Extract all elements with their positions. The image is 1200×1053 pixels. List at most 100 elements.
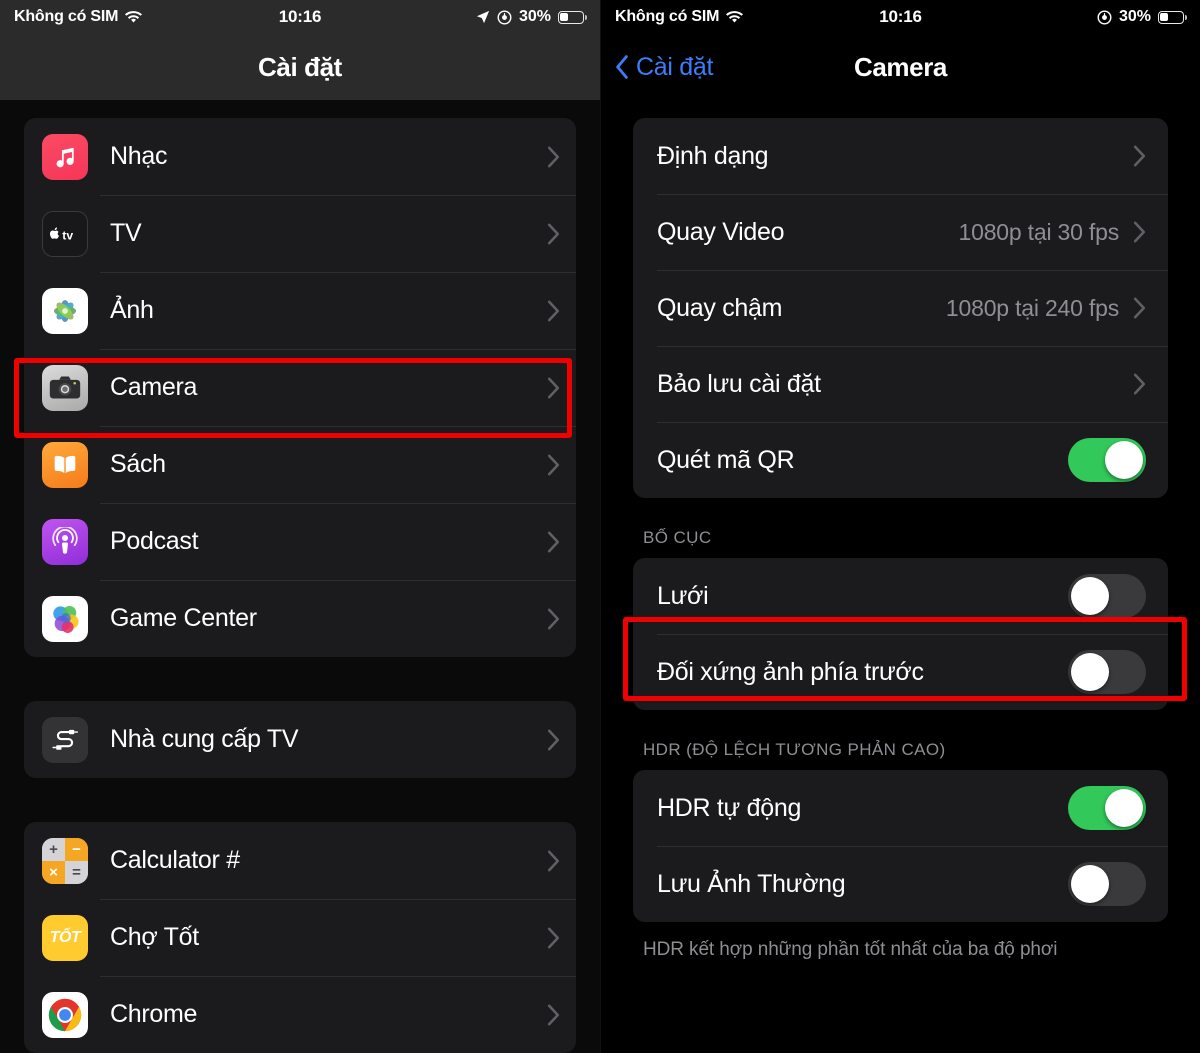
sidebar-item-label: Chợ Tốt <box>110 923 199 951</box>
nav-bar: Cài đặt Camera <box>601 34 1200 100</box>
dual-screenshot: Không có SIM 10:16 30% Cài đặt Nhạc tv T… <box>0 0 1200 1053</box>
alarm-clock-icon <box>497 10 512 25</box>
chevron-right-icon <box>547 454 560 475</box>
cho-tot-icon-label: TỐT <box>49 928 81 946</box>
toggle-knob <box>1105 789 1143 827</box>
chevron-right-icon <box>547 377 560 398</box>
cho-tot-app-icon: TỐT <box>42 914 88 961</box>
sidebar-item-nhac[interactable]: Nhạc <box>24 118 576 195</box>
sidebar-item-label: Nhạc <box>110 142 168 170</box>
setting-row-quay-video[interactable]: Quay Video 1080p tại 30 fps <box>633 194 1168 270</box>
setting-label: Quay Video <box>657 217 785 246</box>
chevron-left-icon <box>616 55 628 79</box>
sidebar-item-sach[interactable]: Sách <box>24 426 576 503</box>
toggle-knob <box>1071 653 1109 691</box>
toggle-doi-xung-anh-phia-truoc[interactable] <box>1068 650 1146 694</box>
sidebar-item-label: TV <box>110 219 142 247</box>
location-arrow-icon <box>476 10 490 24</box>
toggle-knob <box>1071 577 1109 615</box>
books-app-icon <box>42 441 88 488</box>
setting-row-luu-anh-thuong[interactable]: Lưu Ảnh Thường <box>633 846 1168 922</box>
chevron-right-icon <box>547 850 560 871</box>
setting-label: Bảo lưu cài đặt <box>657 369 821 398</box>
music-app-icon <box>42 133 88 180</box>
section-header-bo-cuc: BỐ CỤC <box>643 528 712 547</box>
sidebar-item-tv[interactable]: tv TV <box>24 195 576 272</box>
calc-equals-quadrant: = <box>65 860 88 884</box>
camera-group-capture: Định dạng Quay Video 1080p tại 30 fps Qu… <box>633 118 1168 498</box>
settings-list: Nhạc tv TV Ảnh Camera Sách Podcast Game … <box>0 100 600 1053</box>
sidebar-item-camera[interactable]: Camera <box>24 349 576 426</box>
setting-row-doi-xung-anh-phia-truoc[interactable]: Đối xứng ảnh phía trước <box>633 634 1168 710</box>
sidebar-item-chrome[interactable]: Chrome <box>24 976 576 1053</box>
setting-row-hdr-tu-dong[interactable]: HDR tự động <box>633 770 1168 846</box>
setting-label: Quay chậm <box>657 293 783 322</box>
podcasts-app-icon <box>42 518 88 565</box>
setting-label: Lưới <box>657 581 709 610</box>
chevron-right-icon <box>547 729 560 750</box>
setting-row-luoi[interactable]: Lưới <box>633 558 1168 634</box>
left-phone-settings-screen: Không có SIM 10:16 30% Cài đặt Nhạc tv T… <box>0 0 600 1053</box>
game-center-app-icon <box>42 595 88 642</box>
svg-text:tv: tv <box>62 228 73 242</box>
toggle-knob <box>1105 441 1143 479</box>
page-title: Cài đặt <box>258 51 342 82</box>
sidebar-item-anh[interactable]: Ảnh <box>24 272 576 349</box>
setting-row-quet-ma-qr[interactable]: Quét mã QR <box>633 422 1168 498</box>
back-button[interactable]: Cài đặt <box>615 53 713 82</box>
battery-percent-label: 30% <box>518 8 551 25</box>
sidebar-item-label: Podcast <box>110 527 199 555</box>
toggle-hdr-tu-dong[interactable] <box>1068 786 1146 830</box>
battery-icon <box>558 10 587 24</box>
chevron-right-icon <box>547 531 560 552</box>
carrier-label: Không có SIM <box>14 8 119 25</box>
section-header-hdr: HDR (ĐỘ LỆCH TƯƠNG PHẢN CAO) <box>643 740 946 759</box>
calc-plus-quadrant: + <box>42 837 65 861</box>
calculator-app-icon: + − × = <box>42 837 88 884</box>
back-button-label: Cài đặt <box>636 52 714 81</box>
tv-app-icon: tv <box>42 210 88 257</box>
battery-icon <box>1158 10 1187 24</box>
setting-label: Lưu Ảnh Thường <box>657 869 846 898</box>
camera-group-hdr: HDR tự động Lưu Ảnh Thường <box>633 770 1168 922</box>
chevron-right-icon <box>547 223 560 244</box>
chevron-right-icon <box>547 927 560 948</box>
sidebar-item-cho-tot[interactable]: TỐT Chợ Tốt <box>24 899 576 976</box>
chevron-right-icon <box>547 146 560 167</box>
setting-row-dinh-dang[interactable]: Định dạng <box>633 118 1168 194</box>
toggle-luoi[interactable] <box>1068 574 1146 618</box>
setting-label: Quét mã QR <box>657 445 795 474</box>
toggle-luu-anh-thuong[interactable] <box>1068 862 1146 906</box>
sidebar-item-calculator[interactable]: + − × = Calculator # <box>24 822 576 899</box>
setting-row-quay-cham[interactable]: Quay chậm 1080p tại 240 fps <box>633 270 1168 346</box>
wifi-icon <box>726 10 744 24</box>
chevron-right-icon <box>1133 297 1146 319</box>
sidebar-item-podcast[interactable]: Podcast <box>24 503 576 580</box>
status-bar: Không có SIM 10:16 30% <box>601 0 1200 34</box>
setting-label: Đối xứng ảnh phía trước <box>657 657 924 686</box>
photos-app-icon <box>42 287 88 334</box>
sidebar-item-game-center[interactable]: Game Center <box>24 580 576 657</box>
carrier-label: Không có SIM <box>615 8 720 25</box>
nav-bar: Cài đặt <box>0 34 600 100</box>
settings-group-third-party-apps: + − × = Calculator # TỐT Chợ Tốt Chrome <box>24 822 576 1053</box>
calc-times-quadrant: × <box>42 860 65 884</box>
setting-value: 1080p tại 240 fps <box>945 294 1119 321</box>
settings-group-tv-provider: Nhà cung cấp TV <box>24 701 576 778</box>
sidebar-item-label: Chrome <box>110 1000 198 1028</box>
status-bar-left: Không có SIM <box>615 8 744 26</box>
setting-row-bao-luu-cai-dat[interactable]: Bảo lưu cài đặt <box>633 346 1168 422</box>
sidebar-item-label: Calculator # <box>110 846 240 874</box>
sidebar-item-tv-provider[interactable]: Nhà cung cấp TV <box>24 701 576 778</box>
status-bar-left: Không có SIM <box>14 8 143 26</box>
sidebar-item-label: Camera <box>110 373 198 401</box>
toggle-quet-ma-qr[interactable] <box>1068 438 1146 482</box>
toggle-knob <box>1071 865 1109 903</box>
sidebar-item-label: Sách <box>110 450 166 478</box>
chrome-app-icon <box>42 991 88 1038</box>
chevron-right-icon <box>547 1004 560 1025</box>
alarm-clock-icon <box>1097 10 1112 25</box>
sidebar-item-label: Ảnh <box>110 296 154 324</box>
